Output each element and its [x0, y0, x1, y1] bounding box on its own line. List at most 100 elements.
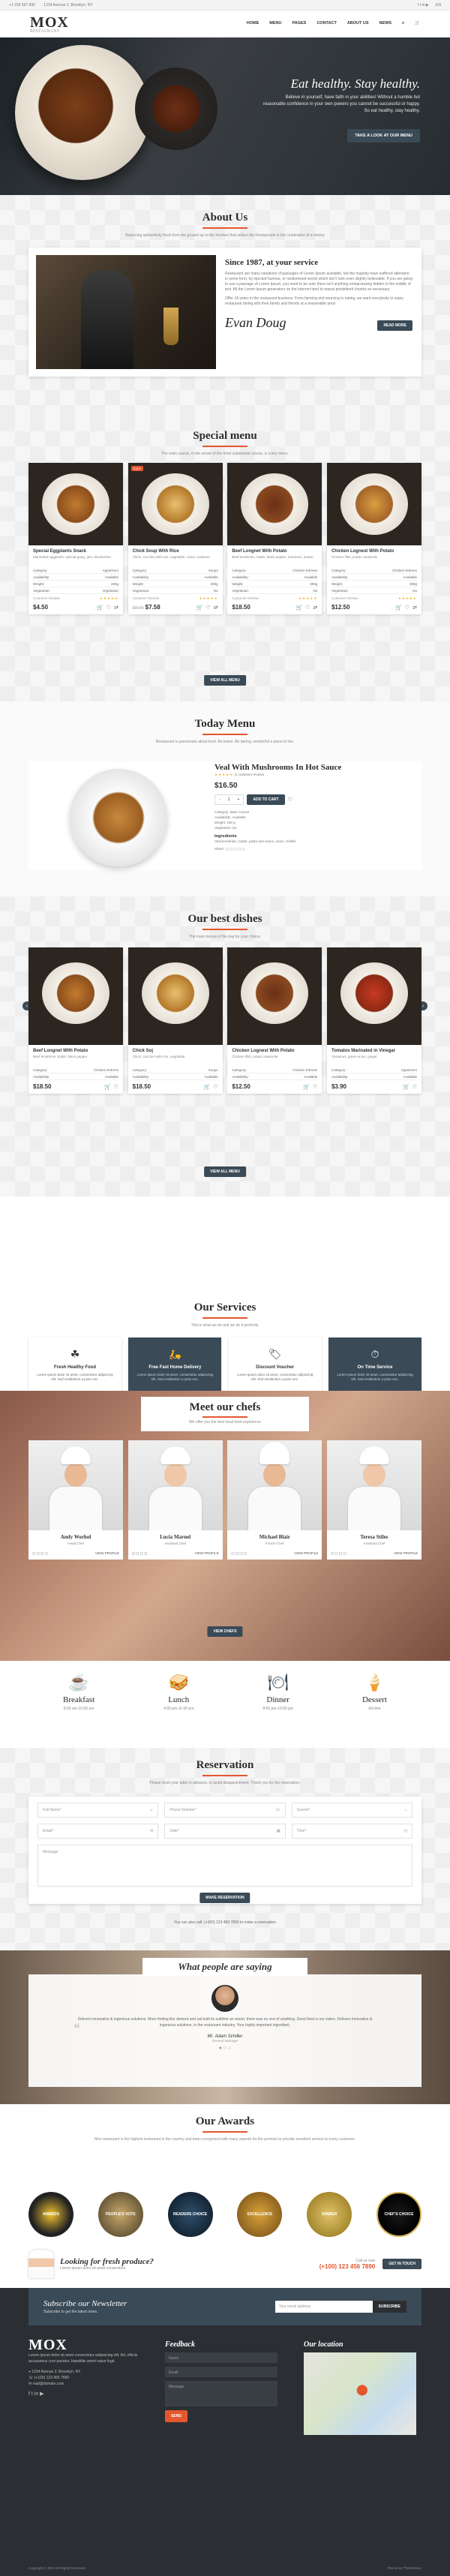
hero-menu-button[interactable]: TAKE A LOOK AT OUR MENU	[347, 129, 420, 143]
footer-social-icons[interactable]: f t in ▶	[28, 2391, 141, 2397]
guests-select[interactable]: Guests* ⌄	[291, 1803, 412, 1818]
heart-icon[interactable]: ♡	[213, 1084, 218, 1090]
quantity-stepper[interactable]: -1 +	[214, 794, 244, 805]
nav-about[interactable]: ABOUT US	[347, 21, 369, 26]
chef-card[interactable]: Teresa Stiles Assistant Chef ▢ ▢ ▢ ▢ VIEW…	[326, 1440, 422, 1560]
menu-card[interactable]: Chicken Lognest With Potato Chicken fill…	[227, 947, 322, 1094]
view-chefs-button[interactable]: VIEW CHEFS	[207, 1626, 243, 1637]
credits-text[interactable]: Theme by Themelexus	[387, 2566, 422, 2570]
chef-name[interactable]: Lucia Marnel	[128, 1534, 223, 1540]
language-selector[interactable]: EN	[436, 3, 441, 8]
social-icons[interactable]: ▢ ▢ ▢ ▢	[231, 1551, 247, 1556]
compare-icon[interactable]: ⇄	[313, 605, 317, 611]
cart-icon[interactable]: 🛒	[104, 1084, 111, 1090]
cart-icon[interactable]: 🛒	[403, 1084, 410, 1090]
carousel-dots[interactable]: ● ○ ○	[28, 2046, 422, 2051]
menu-card[interactable]: Chicken Lognest With Potato Chicken fill…	[326, 463, 422, 614]
dish-image[interactable]	[227, 947, 322, 1045]
feedback-send-button[interactable]: SEND	[165, 2410, 188, 2422]
today-dish-image[interactable]	[44, 765, 194, 870]
search-icon[interactable]: ⌕	[402, 21, 404, 26]
dish-image[interactable]	[28, 947, 123, 1045]
footer-phone[interactable]: (+100) 123 456 7890	[34, 2376, 70, 2380]
get-in-touch-button[interactable]: GET IN TOUCH	[382, 2259, 422, 2269]
menu-card[interactable]: Tomatos Marinated in Vinegar Tomatoes, g…	[326, 947, 422, 1094]
today-dish-name[interactable]: Veal With Mushrooms In Hot Sauce	[214, 763, 417, 772]
cart-icon[interactable]: 🛒	[296, 605, 302, 611]
nav-home[interactable]: HOME	[247, 21, 260, 26]
chef-card[interactable]: Lucia Marnel Assistant Chef ▢ ▢ ▢ ▢ VIEW …	[128, 1440, 223, 1560]
menu-card[interactable]: Chick Soj Chick, zucchini with rice, veg…	[128, 947, 223, 1094]
dish-image[interactable]: SALE	[128, 463, 223, 545]
heart-icon[interactable]: ♡	[114, 1084, 118, 1090]
view-all-menu-button[interactable]: VIEW ALL MENU	[204, 675, 246, 686]
social-icons[interactable]: ▢ ▢ ▢ ▢	[132, 1551, 148, 1556]
compare-icon[interactable]: ⇄	[114, 605, 118, 611]
dish-name[interactable]: Tomatos Marinated in Vinegar	[332, 1049, 417, 1053]
footer-logo[interactable]: MOX	[28, 2337, 141, 2352]
heart-icon[interactable]: ♡	[313, 1084, 317, 1090]
newsletter-email-input[interactable]: Your email address	[274, 2301, 373, 2313]
cart-icon[interactable]: 🛒	[97, 605, 104, 611]
dish-name[interactable]: Chick Soup With Rice	[133, 549, 218, 554]
cart-icon[interactable]: 🛒	[196, 605, 203, 611]
fullname-input[interactable]: Full Name* ☺	[38, 1803, 159, 1818]
dish-name[interactable]: Chicken Lognest With Potato	[332, 549, 417, 554]
dish-image[interactable]	[326, 947, 422, 1045]
dish-name[interactable]: Chick Soj	[133, 1049, 218, 1053]
heart-icon[interactable]: ♡	[206, 605, 211, 611]
cart-icon[interactable]: 🛒	[415, 21, 420, 26]
view-profile-link[interactable]: VIEW PROFILE	[294, 1551, 318, 1556]
dish-name[interactable]: Beef Longnet With Potato	[33, 1049, 118, 1053]
dish-name[interactable]: Special Eggplants Snack	[33, 549, 118, 554]
heart-icon[interactable]: ♡	[405, 605, 410, 611]
date-input[interactable]: Date* ▦	[164, 1824, 286, 1839]
menu-card[interactable]: Beef Longnet With Potato Beef tenderloin…	[28, 947, 123, 1094]
menu-card[interactable]: Beef Longnet With Potato Beef tenderloin…	[227, 463, 322, 614]
share-icons[interactable]: Share: ▢ ▢ ▢ ▢ ▢	[214, 846, 417, 851]
nav-news[interactable]: NEWS	[380, 21, 392, 26]
compare-icon[interactable]: ⇄	[412, 605, 417, 611]
dish-name[interactable]: Beef Longnet With Potato	[232, 549, 317, 554]
chef-card[interactable]: Michael Blair French Chef ▢ ▢ ▢ ▢ VIEW PR…	[227, 1440, 322, 1560]
time-input[interactable]: Time* ◷	[291, 1824, 412, 1839]
cart-icon[interactable]: 🛒	[303, 1084, 310, 1090]
feedback-name-input[interactable]: Name	[165, 2352, 278, 2363]
view-profile-link[interactable]: VIEW PROFILE	[394, 1551, 418, 1556]
heart-icon[interactable]: ♡	[106, 605, 111, 611]
heart-icon[interactable]: ♡	[288, 797, 292, 803]
heart-icon[interactable]: ♡	[412, 1084, 417, 1090]
cart-icon[interactable]: 🛒	[395, 605, 402, 611]
social-icons[interactable]: ▢ ▢ ▢ ▢	[32, 1551, 48, 1556]
make-reservation-button[interactable]: MAKE RESERVATION	[200, 1893, 250, 1903]
chef-photo[interactable]	[227, 1440, 322, 1530]
email-input[interactable]: Email* ✉	[38, 1824, 159, 1839]
message-textarea[interactable]: Message	[38, 1845, 412, 1887]
view-all-menu-button[interactable]: VIEW ALL MENU	[204, 1166, 246, 1177]
location-map[interactable]: ⬤	[304, 2352, 416, 2435]
footer-email[interactable]: mail@domain.com	[33, 2382, 64, 2386]
chef-photo[interactable]	[28, 1440, 123, 1530]
read-more-button[interactable]: READ MORE	[377, 320, 412, 331]
site-logo[interactable]: MOX RESTAURANT	[30, 14, 69, 34]
dish-image[interactable]	[128, 947, 223, 1045]
nav-contact[interactable]: CONTACT	[316, 21, 336, 26]
view-profile-link[interactable]: VIEW PROFILE	[95, 1551, 119, 1556]
menu-card[interactable]: Special Eggplants Snack Marinated eggpla…	[28, 463, 123, 614]
fresh-phone[interactable]: (+100) 123 456 7890	[320, 2263, 376, 2270]
chef-name[interactable]: Andy Worhol	[28, 1534, 123, 1540]
heart-icon[interactable]: ♡	[305, 605, 310, 611]
phone-input[interactable]: Phone Number* ☏	[164, 1803, 286, 1818]
compare-icon[interactable]: ⇄	[214, 605, 218, 611]
dish-image[interactable]	[28, 463, 123, 545]
view-profile-link[interactable]: VIEW PROFILE	[195, 1551, 219, 1556]
chef-photo[interactable]	[326, 1440, 422, 1530]
review-count[interactable]: (1 customer review)	[234, 773, 264, 776]
subscribe-button[interactable]: SUBSCRIBE	[372, 2301, 406, 2313]
nav-menu[interactable]: MENU	[269, 21, 281, 26]
nav-pages[interactable]: PAGES	[292, 21, 306, 26]
chef-photo[interactable]	[128, 1440, 223, 1530]
feedback-message-input[interactable]: Message	[165, 2381, 278, 2406]
chef-card[interactable]: Andy Worhol Head Chef ▢ ▢ ▢ ▢ VIEW PROFIL…	[28, 1440, 123, 1560]
menu-card[interactable]: SALE Chick Soup With Rice Chick, zucchin…	[128, 463, 223, 614]
